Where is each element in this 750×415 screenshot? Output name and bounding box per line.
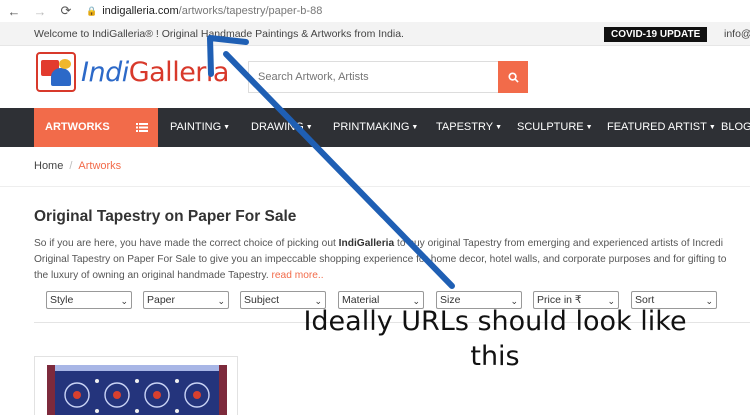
filter-style-select[interactable]: Style ⌄ <box>46 291 132 309</box>
lock-icon: 🔒 <box>86 5 98 16</box>
browser-toolbar: ← → ⟳ 🔒 indigalleria.com/artworks/tapest… <box>0 0 750 22</box>
welcome-strip: Welcome to IndiGalleria® ! Original Hand… <box>0 22 750 46</box>
nav-item-painting[interactable]: PAINTING ▼ <box>170 108 230 147</box>
nav-item-featured-artist[interactable]: FEATURED ARTIST ▼ <box>607 108 716 147</box>
covid-update-button[interactable]: COVID-19 UPDATE <box>604 27 708 42</box>
nav-item-sculpture[interactable]: SCULPTURE ▼ <box>517 108 593 147</box>
description-line-1: So if you are here, you have made the co… <box>34 238 723 249</box>
back-arrow-icon[interactable]: ← <box>6 3 22 19</box>
search-bar <box>248 61 528 93</box>
nav-item-blog[interactable]: BLOG <box>721 108 750 147</box>
chevron-down-icon: ⌄ <box>120 296 128 306</box>
caret-down-icon: ▼ <box>495 124 502 131</box>
search-input[interactable] <box>248 61 498 93</box>
caret-down-icon: ▼ <box>411 124 419 131</box>
product-image[interactable] <box>47 365 227 415</box>
nav-artworks-tab[interactable]: ARTWORKS <box>34 108 158 147</box>
nav-item-drawing[interactable]: DRAWING ▼ <box>251 108 313 147</box>
filter-paper-select[interactable]: Paper ⌄ <box>143 291 229 309</box>
main-nav: ARTWORKS PAINTING ▼ DRAWING ▼ PRINTMAKING ▼… <box>0 108 750 147</box>
url-path: /artworks/tapestry/paper-b-88 <box>178 5 323 17</box>
read-more-link[interactable]: read more.. <box>271 270 323 281</box>
reload-icon[interactable]: ⟳ <box>58 3 74 19</box>
welcome-text: Welcome to IndiGalleria® ! Original Hand… <box>34 28 404 40</box>
search-icon <box>507 71 519 83</box>
caret-down-icon: ▼ <box>223 124 231 131</box>
annotation-text: Ideally URLs should look like this <box>270 304 720 374</box>
description-line-3: the luxury of owning an original handmad… <box>34 270 324 281</box>
search-button[interactable] <box>498 61 528 93</box>
annotation-line-1: Ideally URLs should look like <box>303 306 687 337</box>
chevron-down-icon: ⌄ <box>217 296 225 306</box>
page: ← → ⟳ 🔒 indigalleria.com/artworks/tapest… <box>0 0 750 415</box>
breadcrumb-home[interactable]: Home <box>34 160 63 172</box>
category-description: So if you are here, you have made the co… <box>34 236 750 284</box>
forward-arrow-icon[interactable]: → <box>32 3 48 19</box>
breadcrumb-current[interactable]: Artworks <box>78 160 121 172</box>
divider <box>0 186 750 187</box>
email-link[interactable]: info@ <box>724 28 750 40</box>
nav-item-tapestry[interactable]: TAPESTRY ▼ <box>436 108 502 147</box>
product-card[interactable] <box>34 356 238 415</box>
breadcrumb-separator: / <box>69 160 73 172</box>
logo-mark-icon <box>36 52 76 92</box>
caret-down-icon: ▼ <box>305 124 313 131</box>
site-logo[interactable]: IndiGalleria <box>36 52 229 92</box>
page-title: Original Tapestry on Paper For Sale <box>34 208 297 225</box>
caret-down-icon: ▼ <box>708 124 716 131</box>
menu-icon[interactable] <box>136 123 148 132</box>
nav-artworks-label: ARTWORKS <box>45 121 110 133</box>
breadcrumb: Home / Artworks <box>34 160 121 172</box>
url-host: indigalleria.com <box>102 5 179 17</box>
description-line-2: Original Tapestry on Paper For Sale to g… <box>34 254 727 265</box>
annotation-line-2: this <box>470 341 520 372</box>
brand-name: IndiGalleria <box>338 238 395 249</box>
logo-text: IndiGalleria <box>81 56 229 88</box>
address-bar[interactable]: 🔒 indigalleria.com/artworks/tapestry/pap… <box>86 5 322 17</box>
caret-down-icon: ▼ <box>585 124 593 131</box>
nav-item-printmaking[interactable]: PRINTMAKING ▼ <box>333 108 418 147</box>
